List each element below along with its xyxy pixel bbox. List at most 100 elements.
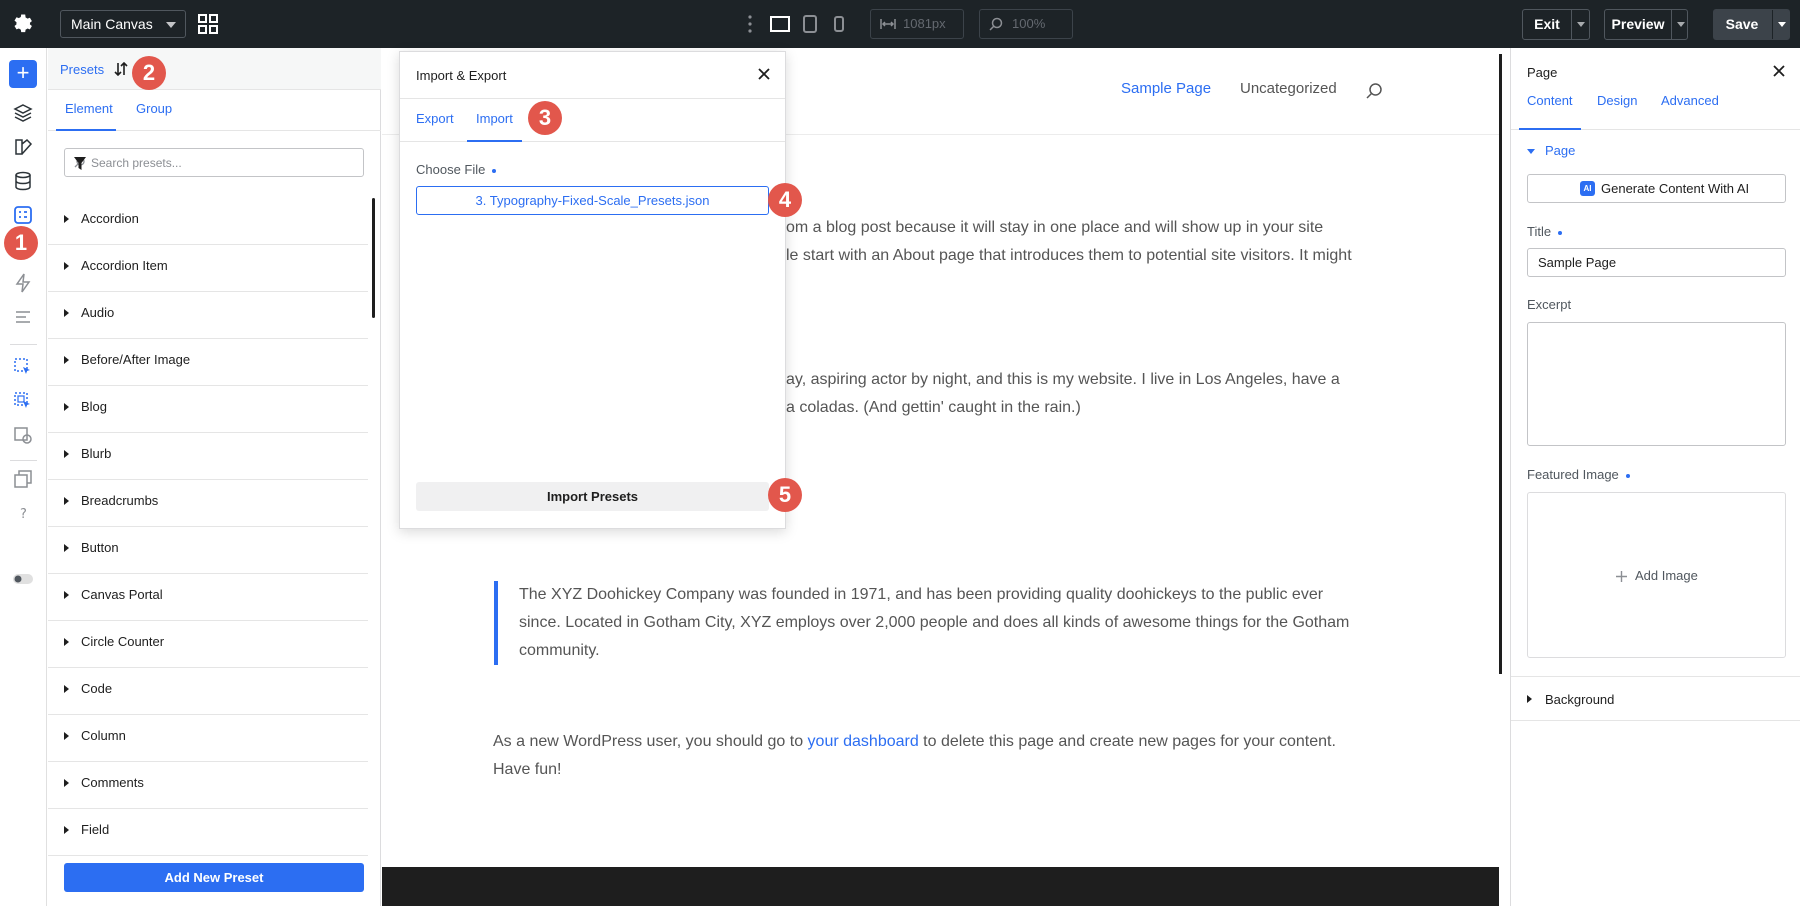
preview-button[interactable]: Preview bbox=[1604, 9, 1688, 40]
preset-item-label: Accordion bbox=[81, 211, 139, 226]
preset-item-label: Column bbox=[81, 728, 126, 743]
preset-item-breadcrumbs[interactable]: Breadcrumbs bbox=[48, 480, 368, 527]
list-settings-icon[interactable] bbox=[12, 306, 34, 328]
background-section-toggle[interactable]: Background bbox=[1511, 676, 1800, 721]
tab-export[interactable]: Export bbox=[416, 100, 454, 142]
search-icon[interactable] bbox=[1365, 82, 1383, 100]
expand-icon bbox=[64, 638, 69, 646]
sort-icon[interactable] bbox=[114, 62, 128, 76]
add-new-preset-button[interactable]: Add New Preset bbox=[64, 863, 364, 892]
layers-icon[interactable] bbox=[12, 102, 34, 124]
help-icon[interactable]: ? bbox=[12, 502, 34, 524]
paragraph-2-line-1: ay, aspiring actor by night, and this is… bbox=[786, 371, 1340, 388]
tab-design[interactable]: Design bbox=[1597, 90, 1637, 130]
tab-group[interactable]: Group bbox=[136, 91, 172, 131]
plus-icon bbox=[1616, 571, 1627, 582]
zoom-field[interactable]: 100% bbox=[979, 9, 1073, 39]
tab-content[interactable]: Content bbox=[1519, 90, 1581, 130]
canvas-width-field[interactable]: 1081px bbox=[870, 9, 964, 39]
quote-line-1: The XYZ Doohickey Company was founded in… bbox=[519, 586, 1324, 603]
preset-item-canvas-portal[interactable]: Canvas Portal bbox=[48, 574, 368, 621]
preset-item-field[interactable]: Field bbox=[48, 809, 368, 856]
grid-icon[interactable] bbox=[197, 13, 219, 35]
preset-item-comments[interactable]: Comments bbox=[48, 762, 368, 809]
filter-icon[interactable] bbox=[74, 157, 86, 170]
database-icon[interactable] bbox=[12, 170, 34, 192]
nav-sample-page[interactable]: Sample Page bbox=[1121, 80, 1211, 97]
tab-advanced[interactable]: Advanced bbox=[1661, 90, 1719, 130]
page-section-toggle[interactable]: Page bbox=[1527, 143, 1575, 158]
preset-item-label: Canvas Portal bbox=[81, 587, 163, 602]
add-module-button[interactable]: + bbox=[9, 60, 37, 88]
more-vertical-icon[interactable] bbox=[748, 15, 752, 33]
preset-item-accordion[interactable]: Accordion bbox=[48, 198, 368, 245]
page-footer bbox=[382, 867, 1499, 906]
preset-item-blurb[interactable]: Blurb bbox=[48, 433, 368, 480]
desktop-view-icon[interactable] bbox=[769, 13, 791, 35]
modal-tabs: Export Import bbox=[400, 100, 785, 142]
choose-file-label: Choose File bbox=[416, 162, 497, 177]
paragraph-3-line-2: Have fun! bbox=[493, 761, 562, 778]
featured-image-label: Featured Image bbox=[1527, 467, 1630, 482]
preset-item-label: Blurb bbox=[81, 446, 112, 461]
required-dot-icon bbox=[1625, 473, 1630, 478]
preset-item-audio[interactable]: Audio bbox=[48, 292, 368, 339]
multi-select-icon[interactable] bbox=[12, 390, 34, 412]
presets-header: Presets bbox=[48, 48, 381, 90]
close-icon[interactable] bbox=[757, 67, 771, 81]
preset-item-code[interactable]: Code bbox=[48, 668, 368, 715]
lightning-icon[interactable] bbox=[12, 272, 34, 294]
import-presets-button[interactable]: Import Presets bbox=[416, 482, 769, 511]
preset-search-input[interactable]: Search presets... bbox=[64, 148, 364, 177]
preset-item-label: Comments bbox=[81, 775, 144, 790]
presets-title: Presets bbox=[60, 62, 105, 77]
settings-panel: Page Content Design Advanced Page AI Gen… bbox=[1510, 48, 1800, 906]
canvas-select[interactable]: Main Canvas bbox=[60, 10, 186, 38]
gear-icon[interactable] bbox=[11, 12, 35, 36]
preset-item-circle-counter[interactable]: Circle Counter bbox=[48, 621, 368, 668]
presets-scrollbar[interactable] bbox=[372, 198, 375, 318]
theme-builder-icon[interactable] bbox=[12, 136, 34, 158]
paragraph-3-line-1: As a new WordPress user, you should go t… bbox=[493, 728, 1336, 756]
excerpt-textarea[interactable] bbox=[1527, 322, 1786, 446]
expand-icon bbox=[64, 591, 69, 599]
preset-item-accordion-item[interactable]: Accordion Item bbox=[48, 245, 368, 292]
preset-item-button[interactable]: Button bbox=[48, 527, 368, 574]
step-badge-3: 3 bbox=[528, 101, 562, 135]
dashboard-link[interactable]: your dashboard bbox=[808, 733, 919, 750]
close-icon[interactable] bbox=[1772, 64, 1786, 78]
canvas-scrollbar[interactable] bbox=[1499, 54, 1502, 674]
phone-view-icon[interactable] bbox=[828, 13, 850, 35]
tablet-view-icon[interactable] bbox=[799, 13, 821, 35]
tab-element[interactable]: Element bbox=[56, 91, 116, 131]
featured-image-dropzone[interactable]: Add Image bbox=[1527, 492, 1786, 658]
page-settings-icon[interactable] bbox=[12, 424, 34, 446]
save-label: Save bbox=[1725, 16, 1759, 32]
file-upload-field[interactable]: 3. Typography-Fixed-Scale_Presets.json bbox=[416, 186, 769, 215]
nav-uncategorized[interactable]: Uncategorized bbox=[1240, 80, 1337, 97]
portability-icon[interactable] bbox=[12, 468, 34, 490]
exit-button[interactable]: Exit bbox=[1522, 9, 1590, 40]
preset-item-label: Breadcrumbs bbox=[81, 493, 159, 508]
theme-toggle-icon[interactable] bbox=[12, 568, 34, 590]
generate-ai-button[interactable]: AI Generate Content With AI bbox=[1527, 174, 1786, 203]
save-button[interactable]: Save bbox=[1713, 9, 1790, 40]
select-cursor-icon[interactable] bbox=[12, 356, 34, 378]
required-dot-icon bbox=[492, 168, 497, 173]
preset-item-blog[interactable]: Blog bbox=[48, 386, 368, 433]
title-field[interactable]: Sample Page bbox=[1527, 248, 1786, 277]
tab-import[interactable]: Import bbox=[467, 100, 522, 142]
page-section-label: Page bbox=[1545, 143, 1576, 158]
preset-item-column[interactable]: Column bbox=[48, 715, 368, 762]
presets-icon[interactable] bbox=[12, 204, 34, 226]
svg-text:?: ? bbox=[20, 507, 27, 522]
expand-icon bbox=[64, 732, 69, 740]
preset-item-before-after-image[interactable]: Before/After Image bbox=[48, 339, 368, 386]
preview-dropdown-icon[interactable] bbox=[1677, 22, 1685, 27]
save-dropdown-icon[interactable] bbox=[1778, 22, 1786, 27]
expand-icon bbox=[64, 826, 69, 834]
step-badge-4: 4 bbox=[768, 183, 802, 217]
expand-icon bbox=[64, 309, 69, 317]
exit-dropdown-icon[interactable] bbox=[1577, 22, 1585, 27]
settings-tabs: Content Design Advanced bbox=[1511, 90, 1800, 130]
